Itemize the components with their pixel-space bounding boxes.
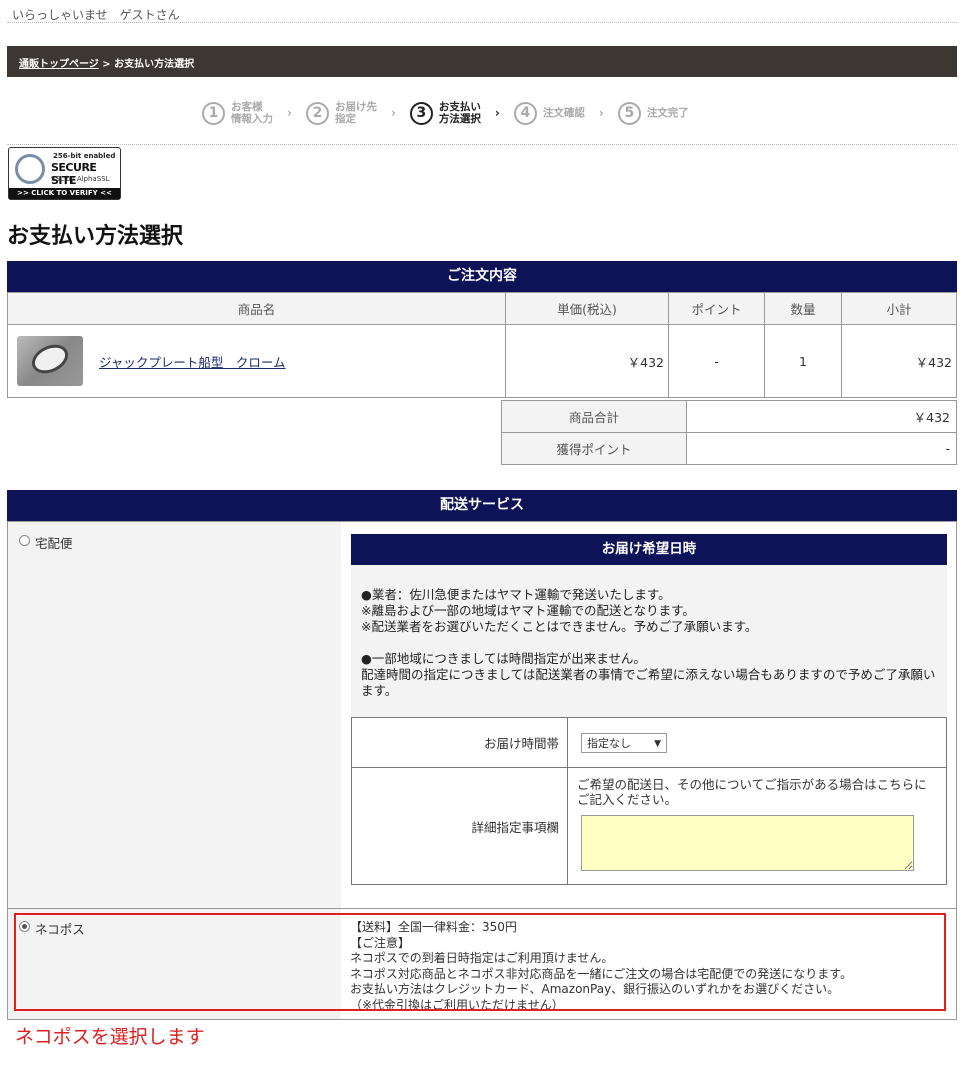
divider (7, 144, 957, 145)
step-2: 2 お届け先 指定 (305, 101, 377, 125)
step-4: 4 注文確認 (513, 101, 585, 125)
col-points: ポイント (668, 292, 765, 325)
radio-takuhaibin[interactable] (19, 535, 30, 546)
order-section-title: ご注文内容 (7, 261, 957, 292)
ssl-seal-badge[interactable]: 256-bit enabled SECURE SITE SSL by Alpha… (8, 147, 121, 200)
col-quantity: 数量 (764, 292, 842, 325)
step-number: 5 (617, 101, 641, 125)
breadcrumb-bar: 通販トップページ > お支払い方法選択 (7, 46, 957, 77)
col-product-name: 商品名 (7, 292, 506, 325)
step-3-active: 3 お支払い 方法選択 (409, 101, 481, 125)
detail-label: 詳細指定事項欄 (351, 767, 568, 885)
total-value: ￥432 (686, 400, 957, 433)
note-line: 配達時間の指定につきましては配送業者の事情でご希望に添えない場合もありますので予… (361, 667, 936, 698)
table-row: 獲得ポイント - (501, 432, 957, 465)
detail-textarea[interactable] (581, 815, 914, 871)
delivery-title: お届け希望日時 (351, 534, 947, 565)
step-label: 注文完了 (646, 107, 689, 119)
points-value: - (668, 324, 765, 398)
page-title: お支払い方法選択 (7, 224, 184, 249)
triangle-down-icon: ▼ (654, 738, 661, 749)
product-cell: ジャックプレート船型 クローム (7, 324, 506, 398)
chevron-right-icon: › (287, 106, 292, 120)
unit-price: ￥432 (505, 324, 669, 398)
note-line: ●業者：佐川急便またはヤマト運輸で発送いたします。 (361, 587, 671, 602)
ssl-line3: SSL by AlphaSSL (51, 175, 110, 183)
step-5: 5 注文完了 (617, 101, 689, 125)
table-row: 商品合計 ￥432 (501, 400, 957, 433)
checkout-steps: 1 お客様 情報入力 › 2 お届け先 指定 › 3 お支払い 方法選択 › 4 注文確… (202, 98, 689, 128)
step-number: 4 (513, 101, 537, 125)
order-summary-table: 商品合計 ￥432 獲得ポイント - (501, 400, 957, 465)
product-link[interactable]: ジャックプレート船型 クローム (99, 355, 286, 370)
step-label: お支払い 方法選択 (438, 101, 481, 125)
chevron-right-icon: › (598, 106, 604, 120)
step-label: お客様 情報入力 (231, 101, 273, 125)
col-subtotal: 小計 (841, 292, 957, 325)
time-label: お届け時間帯 (351, 717, 568, 768)
time-select[interactable]: 指定なし ▼ (581, 732, 667, 753)
radio-label-takuhaibin[interactable]: 宅配便 (35, 533, 73, 552)
delivery-note: ●業者：佐川急便またはヤマト運輸で発送いたします。 ※離島および一部の地域はヤマ… (351, 565, 947, 717)
chevron-right-icon: › (494, 106, 500, 120)
breadcrumb: 通販トップページ > お支払い方法選択 (19, 55, 194, 70)
ssl-verify: >> CLICK TO VERIFY << (9, 188, 120, 199)
table-row: 詳細指定事項欄 ご希望の配送日、その他についてご指示がある場合はこちらにご記入く… (351, 767, 947, 885)
time-select-value: 指定なし (587, 736, 631, 750)
note-line: ※配送業者をお選びいただくことはできません。予めご了承願います。 (361, 619, 758, 634)
table-header-row: 商品名 単価(税込) ポイント 数量 小計 (7, 292, 957, 325)
ssl-line2: SECURE SITE (51, 161, 97, 187)
earned-points-label: 獲得ポイント (501, 432, 687, 465)
breadcrumb-current: お支払い方法選択 (114, 59, 195, 70)
chevron-right-icon: › (390, 106, 396, 120)
step-number: 1 (202, 101, 225, 125)
quantity-value: 1 (764, 324, 842, 398)
order-table: 商品名 単価(税込) ポイント 数量 小計 ジャックプレート船型 クローム ￥4… (7, 292, 957, 398)
step-1: 1 お客様 情報入力 (202, 101, 273, 125)
step-label: 注文確認 (542, 107, 585, 119)
time-cell: 指定なし ▼ (567, 717, 947, 768)
total-label: 商品合計 (501, 400, 687, 433)
delivery-form-table: お届け時間帯 指定なし ▼ 詳細指定事項欄 ご希望の配送日、その他についてご指示が… (351, 717, 947, 885)
note-line: ●一部地域につきましては時間指定が出来ません。 (361, 651, 646, 666)
ssl-line1: 256-bit enabled (53, 152, 116, 160)
delivery-datetime-box: お届け希望日時 ●業者：佐川急便またはヤマト運輸で発送いたします。 ※離島および… (351, 534, 947, 885)
table-row: ジャックプレート船型 クローム ￥432 - 1 ￥432 (7, 324, 957, 398)
step-number: 3 (409, 101, 433, 125)
table-row: お届け時間帯 指定なし ▼ (351, 717, 947, 768)
step-number: 2 (305, 101, 329, 125)
shipping-section-title: 配送サービス (7, 490, 957, 521)
highlight-box (14, 913, 946, 1011)
annotation-caption: ネコポスを選択します (15, 1026, 205, 1048)
product-thumbnail[interactable] (17, 336, 83, 386)
ssl-seal-icon (15, 154, 45, 184)
step-label: お届け先 指定 (334, 101, 377, 125)
col-unit-price: 単価(税込) (505, 292, 669, 325)
earned-points-value: - (686, 432, 957, 465)
detail-hint: ご希望の配送日、その他についてご指示がある場合はこちらにご記入ください。 (577, 777, 927, 807)
divider (8, 908, 956, 909)
breadcrumb-home-link[interactable]: 通販トップページ (19, 59, 99, 70)
divider (7, 22, 957, 23)
detail-cell: ご希望の配送日、その他についてご指示がある場合はこちらにご記入ください。 (567, 767, 947, 885)
subtotal-value: ￥432 (841, 324, 957, 398)
note-line: ※離島および一部の地域はヤマト運輸での配送となります。 (361, 603, 695, 618)
breadcrumb-separator: > (98, 59, 115, 70)
greeting: いらっしゃいませ ゲストさん (12, 8, 180, 22)
